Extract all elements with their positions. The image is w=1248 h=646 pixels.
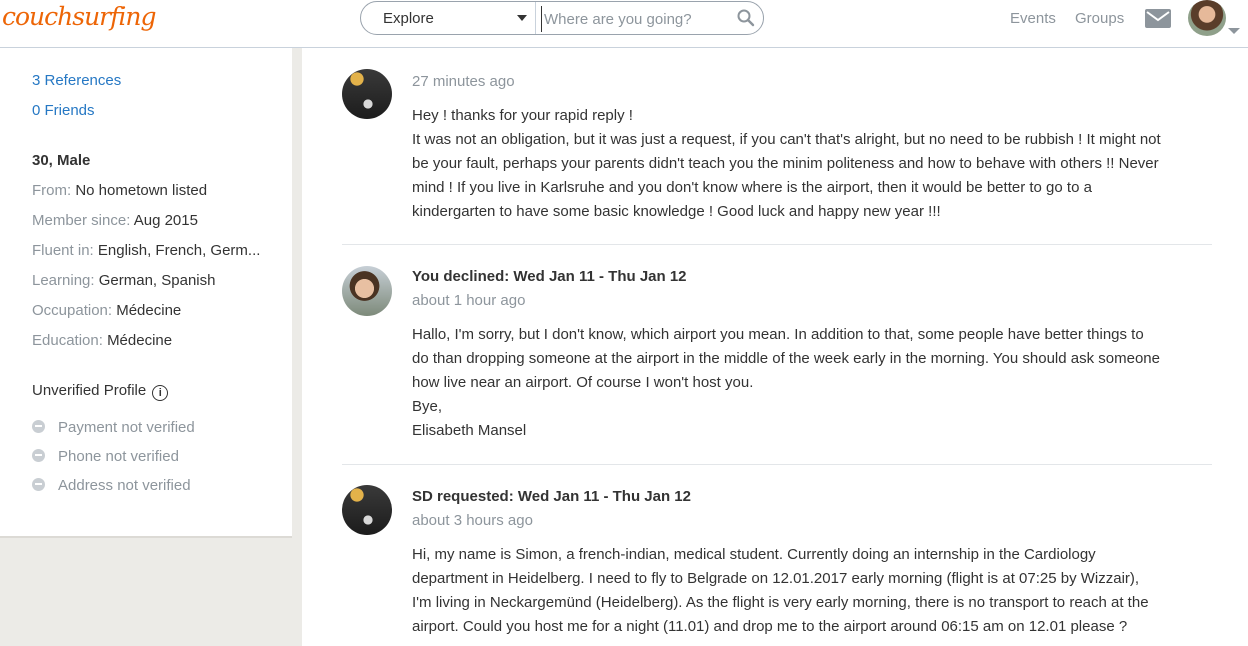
- occupation-key: Occupation:: [32, 302, 113, 319]
- couchsurfing-logo[interactable]: couchsurfing: [2, 2, 156, 31]
- friends-link[interactable]: 0 Friends: [32, 102, 95, 119]
- message-line: Hey ! thanks for your rapid reply !: [412, 107, 633, 124]
- address-verification-label: Address not verified: [58, 477, 191, 494]
- fluent-key: Fluent in:: [32, 242, 94, 259]
- message-line: Bye,: [412, 398, 443, 415]
- message-divider: [342, 464, 1212, 465]
- explore-label: Explore: [383, 10, 434, 27]
- payment-verification-label: Payment not verified: [58, 419, 195, 436]
- info-icon[interactable]: i: [152, 385, 169, 401]
- chevron-down-icon: [517, 15, 527, 21]
- member-since-row: Member since: Aug 2015: [32, 212, 198, 229]
- education-key: Education:: [32, 332, 103, 349]
- phone-verification-label: Phone not verified: [58, 448, 179, 465]
- search-input[interactable]: [541, 6, 736, 32]
- chevron-down-icon[interactable]: [1228, 28, 1240, 34]
- sender-avatar[interactable]: [342, 485, 392, 535]
- learning-key: Learning:: [32, 272, 95, 289]
- message-time: about 3 hours ago: [412, 512, 533, 529]
- message-time: 27 minutes ago: [412, 73, 515, 90]
- member-since-value: Aug 2015: [133, 212, 198, 229]
- sender-avatar[interactable]: [342, 69, 392, 119]
- message-line: I'm living in Neckargemünd (Heidelberg).…: [412, 594, 1149, 611]
- host-avatar[interactable]: [342, 266, 392, 316]
- message-title: You declined: Wed Jan 11 - Thu Jan 12: [412, 268, 687, 285]
- from-value: No hometown listed: [75, 182, 208, 199]
- search-icon[interactable]: [737, 9, 755, 32]
- message-line: mind ! If you live in Karlsruhe and you …: [412, 179, 1092, 196]
- message-divider: [342, 244, 1212, 245]
- unverified-label: Unverified Profile: [32, 382, 147, 399]
- message-line: Hi, my name is Simon, a french-indian, m…: [412, 546, 1096, 563]
- message-time: about 1 hour ago: [412, 292, 526, 309]
- unverified-profile: Unverified Profile i: [32, 382, 169, 401]
- message-line: do than dropping someone at the airport …: [412, 350, 1160, 367]
- nav-groups-link[interactable]: Groups: [1075, 10, 1124, 27]
- from-row: From: No hometown listed: [32, 182, 207, 199]
- references-link[interactable]: 3 References: [32, 72, 121, 89]
- education-row: Education: Médecine: [32, 332, 172, 349]
- top-navbar: couchsurfing Explore Events Groups: [0, 0, 1248, 48]
- fluent-value: English, French, Germ...: [97, 242, 261, 259]
- message-line: be your fault, perhaps your parents didn…: [412, 155, 1159, 172]
- profile-sidebar: 3 References 0 Friends 30, Male From: No…: [0, 48, 292, 538]
- message-line: kindergarten to have some basic knowledg…: [412, 203, 941, 220]
- mail-icon[interactable]: [1145, 9, 1171, 33]
- member-since-key: Member since:: [32, 212, 131, 229]
- sidebar-footer-bg: [0, 538, 302, 646]
- message-line: department in Heidelberg. I need to fly …: [412, 570, 1140, 587]
- message-line: Elisabeth Mansel: [412, 422, 527, 439]
- nav-events-link[interactable]: Events: [1010, 10, 1056, 27]
- message-line: how live near an airport. Of course I wo…: [412, 374, 754, 391]
- search-bar: Explore: [360, 1, 764, 35]
- explore-dropdown[interactable]: Explore: [361, 2, 536, 34]
- message-title: SD requested: Wed Jan 11 - Thu Jan 12: [412, 488, 691, 505]
- unverified-icon: [32, 420, 45, 433]
- fluent-row: Fluent in: English, French, Germ...: [32, 242, 260, 259]
- education-value: Médecine: [107, 332, 173, 349]
- unverified-icon: [32, 449, 45, 462]
- unverified-icon: [32, 478, 45, 491]
- from-key: From:: [32, 182, 72, 199]
- occupation-value: Médecine: [116, 302, 182, 319]
- learning-row: Learning: German, Spanish: [32, 272, 215, 289]
- occupation-row: Occupation: Médecine: [32, 302, 181, 319]
- message-line: airport. Could you host me for a night (…: [412, 618, 1128, 635]
- message-line: It was not an obligation, but it was jus…: [412, 131, 1161, 148]
- learning-value: German, Spanish: [98, 272, 216, 289]
- message-line: Hallo, I'm sorry, but I don't know, whic…: [412, 326, 1144, 343]
- age-gender: 30, Male: [32, 152, 91, 169]
- user-avatar[interactable]: [1188, 0, 1226, 36]
